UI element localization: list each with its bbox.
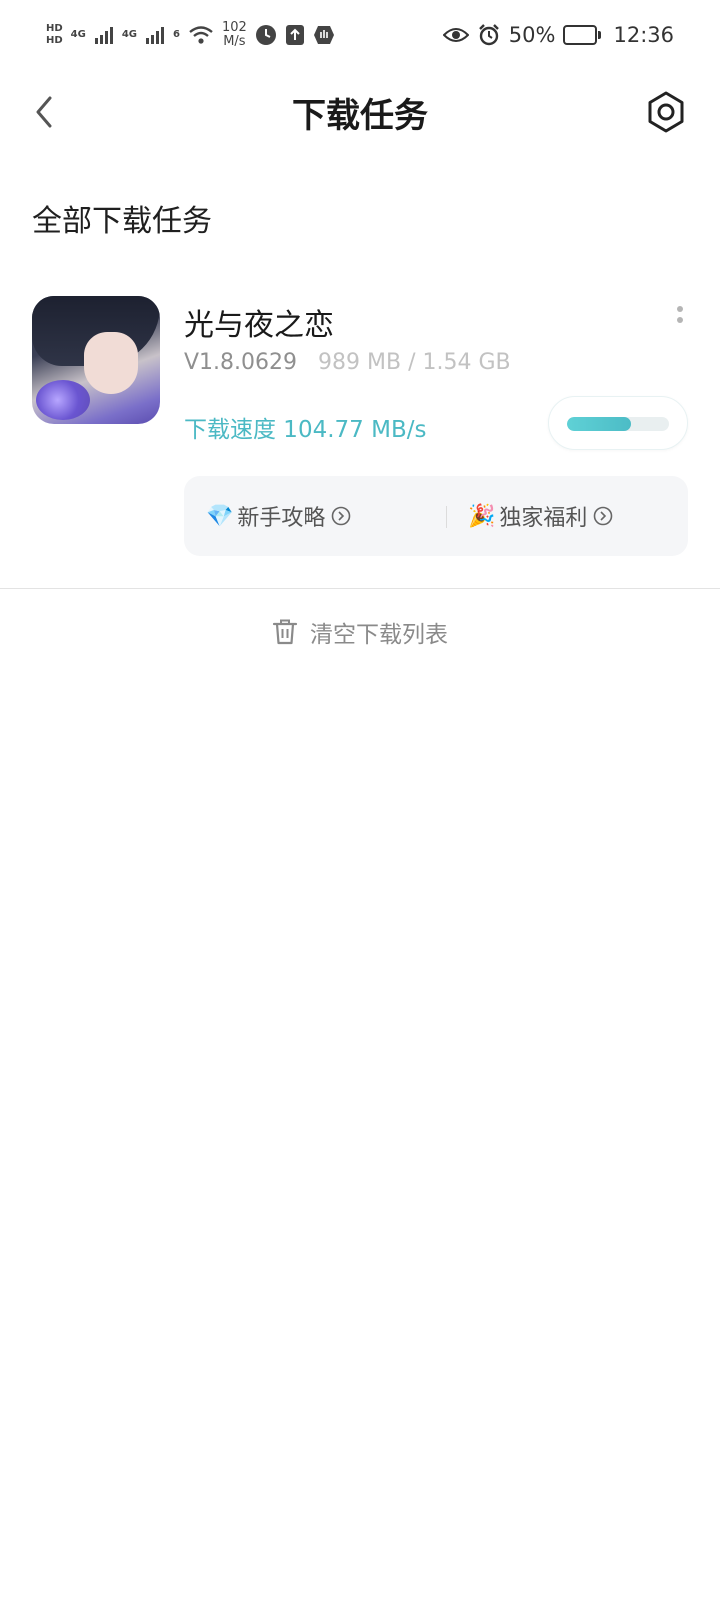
more-dot-icon bbox=[677, 306, 683, 312]
links-divider bbox=[446, 506, 447, 528]
hd-indicator: HD HD bbox=[46, 24, 63, 46]
network-speed-value: 102 bbox=[221, 20, 247, 35]
network-label-2: 4G bbox=[121, 29, 138, 40]
hd-top-label: HD bbox=[46, 23, 63, 34]
more-options-button[interactable] bbox=[670, 306, 690, 336]
clear-download-list-button[interactable]: 清空下载列表 bbox=[0, 612, 720, 652]
network-speed-unit: M/s bbox=[223, 34, 246, 49]
clock: 12:36 bbox=[613, 23, 674, 47]
trash-icon bbox=[272, 619, 298, 645]
status-bar: HD HD 4G 4G 6 102 M/s 50% 12:36 bbox=[0, 0, 720, 70]
circle-chevron-right-icon bbox=[332, 506, 351, 526]
battery-icon bbox=[563, 25, 602, 45]
section-title: 全部下载任务 bbox=[32, 204, 212, 239]
circle-chevron-right-icon bbox=[594, 506, 613, 526]
status-bar-left: HD HD 4G 4G 6 102 M/s bbox=[46, 21, 335, 49]
download-speed: 下载速度 104.77 MB/s bbox=[184, 417, 427, 443]
settings-button[interactable] bbox=[644, 90, 688, 134]
download-progress-button[interactable] bbox=[548, 396, 688, 450]
exclusive-benefit-label: 独家福利 bbox=[499, 506, 588, 531]
alarm-icon bbox=[478, 24, 499, 46]
exclusive-benefit-link[interactable]: 🎉 独家福利 bbox=[468, 476, 613, 556]
progress-fill bbox=[567, 417, 632, 431]
wifi-label: 6 bbox=[173, 29, 180, 40]
timer-icon bbox=[255, 25, 276, 45]
progress-track bbox=[567, 417, 669, 431]
wifi-icon bbox=[189, 26, 213, 44]
divider bbox=[0, 588, 720, 589]
party-popper-icon: 🎉 bbox=[468, 503, 496, 529]
page-title: 下载任务 bbox=[292, 96, 428, 136]
hd-bottom-label: HD bbox=[46, 35, 63, 46]
upload-icon bbox=[285, 25, 304, 45]
task-version: V1.8.0629 bbox=[184, 350, 298, 375]
app-header: 下载任务 bbox=[0, 70, 720, 154]
status-bar-right: 50% 12:36 bbox=[442, 23, 674, 47]
signal-icon bbox=[94, 27, 113, 44]
task-size: 989 MB / 1.54 GB bbox=[318, 350, 511, 375]
game-app-icon[interactable] bbox=[32, 296, 160, 424]
more-dot-icon bbox=[677, 317, 683, 323]
network-speed: 102 M/s bbox=[222, 21, 247, 49]
clear-download-list-label: 清空下载列表 bbox=[310, 622, 448, 648]
beginner-guide-label: 新手攻略 bbox=[237, 506, 326, 531]
settings-hexagon-icon bbox=[648, 91, 684, 133]
eye-icon bbox=[442, 28, 469, 42]
links-card: 💎 新手攻略 🎉 独家福利 bbox=[184, 476, 688, 556]
beginner-guide-link[interactable]: 💎 新手攻略 bbox=[206, 476, 351, 556]
task-meta: V1.8.0629 989 MB / 1.54 GB bbox=[184, 350, 511, 375]
hand-icon bbox=[313, 26, 334, 44]
diamond-icon: 💎 bbox=[206, 503, 234, 529]
task-app-name: 光与夜之恋 bbox=[184, 308, 334, 343]
network-label-1: 4G bbox=[70, 29, 86, 40]
battery-percent: 50% bbox=[508, 23, 556, 47]
signal-icon bbox=[146, 27, 165, 44]
